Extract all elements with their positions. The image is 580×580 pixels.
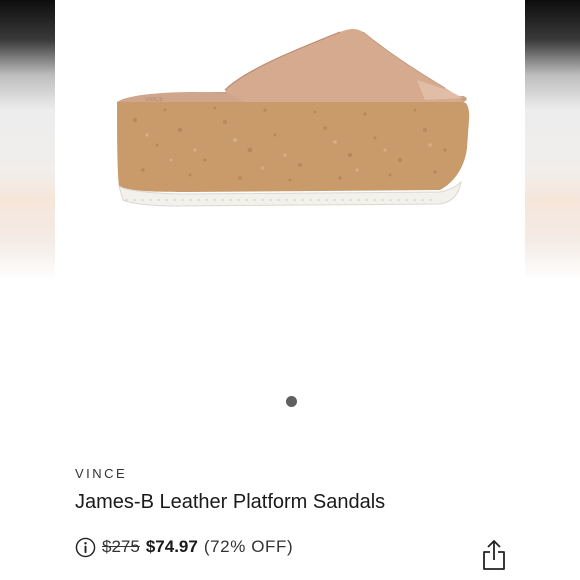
product-card: VINCE VINCE James-B Leather Platform San… (55, 0, 525, 580)
carousel-dots (55, 396, 525, 407)
left-blurred-backdrop (0, 0, 55, 580)
brand-name[interactable]: VINCE (75, 466, 127, 481)
product-title: James-B Leather Platform Sandals (75, 491, 386, 513)
carousel-dot-active[interactable] (285, 396, 297, 407)
product-image-platform-sandal[interactable]: VINCE (95, 10, 485, 220)
sale-price: $74.97 (145, 537, 198, 556)
price-row: $275 $74.97 (72% OFF) (75, 535, 293, 559)
info-circle-icon[interactable] (75, 537, 96, 558)
svg-text:VINCE: VINCE (145, 97, 163, 103)
discount-label: (72% OFF) (203, 537, 294, 556)
right-blurred-backdrop (525, 0, 580, 580)
share-icon[interactable] (481, 538, 507, 572)
original-price: $275 (102, 537, 140, 556)
